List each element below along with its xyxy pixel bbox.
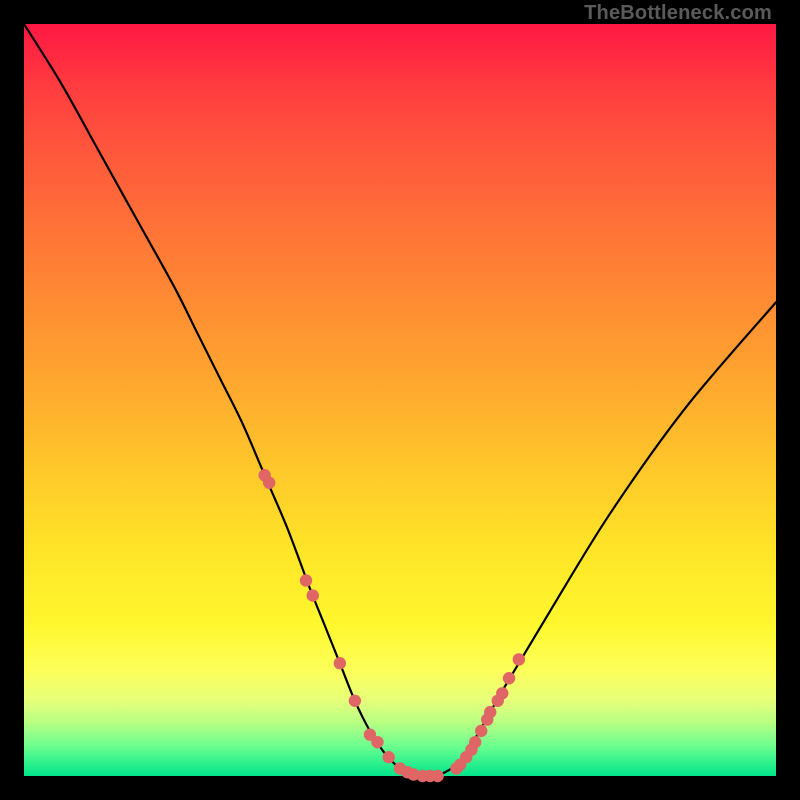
highlight-dot	[300, 574, 312, 586]
highlight-dot	[469, 736, 481, 748]
highlight-dots	[258, 469, 525, 782]
highlight-dot	[475, 725, 487, 737]
highlight-dot	[334, 657, 346, 669]
watermark-label: TheBottleneck.com	[584, 2, 772, 25]
highlight-dot	[371, 736, 383, 748]
highlight-dot	[263, 477, 275, 489]
highlight-dot	[496, 687, 508, 699]
highlight-dot	[484, 706, 496, 718]
bottleneck-curve	[24, 24, 776, 777]
highlight-dot	[431, 770, 443, 782]
highlight-dot	[349, 695, 361, 707]
highlight-dot	[307, 589, 319, 601]
highlight-dot	[383, 751, 395, 763]
highlight-dot	[513, 653, 525, 665]
chart-svg	[24, 24, 776, 776]
highlight-dot	[503, 672, 515, 684]
